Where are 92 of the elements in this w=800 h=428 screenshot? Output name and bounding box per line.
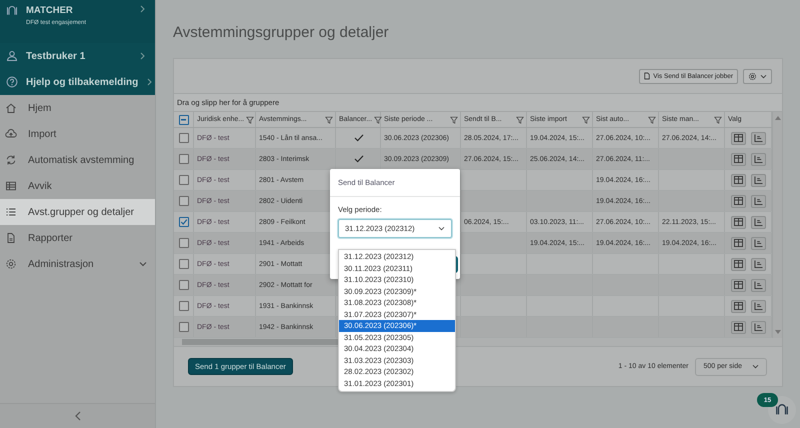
logo-icon <box>775 403 789 417</box>
chart-icon <box>754 302 762 310</box>
row-checkbox[interactable] <box>178 154 188 164</box>
details-button[interactable] <box>730 174 746 186</box>
chevron-right-icon <box>139 5 147 13</box>
chart-button[interactable] <box>750 152 766 166</box>
row-checkbox[interactable] <box>178 196 188 206</box>
table-icon <box>734 134 742 142</box>
details-button[interactable] <box>730 300 746 312</box>
help-icon <box>6 76 18 88</box>
row-checkbox[interactable] <box>178 175 188 185</box>
chevron-down-icon <box>760 74 767 78</box>
details-button[interactable] <box>730 320 746 334</box>
table-icon <box>734 302 742 310</box>
table-icon <box>734 323 742 331</box>
table-icon <box>734 176 742 184</box>
chart-button[interactable] <box>750 236 766 250</box>
settings-icon <box>748 72 757 80</box>
chart-icon <box>754 197 762 205</box>
chevron-down-icon <box>139 260 147 268</box>
nav-item[interactable]: Hjem <box>0 95 155 121</box>
chevron-down-icon <box>752 364 759 369</box>
nav-item[interactable]: Import <box>0 121 155 147</box>
row-checkbox[interactable] <box>178 217 188 227</box>
chevron-left-icon <box>74 411 80 421</box>
chevron-right-icon <box>139 52 147 60</box>
filter-icon[interactable] <box>714 116 722 124</box>
chart-button[interactable] <box>750 216 766 228</box>
nav-item[interactable]: Administrasjon <box>0 251 155 277</box>
account-menu-item[interactable]: Hjelp og tilbakemelding <box>0 69 155 95</box>
app-title: MATCHER <box>26 5 74 16</box>
row-checkbox[interactable] <box>178 280 188 290</box>
list-icon <box>5 206 17 218</box>
chart-button[interactable] <box>750 300 766 312</box>
nav-item[interactable]: Automatisk avstemming <box>0 147 155 173</box>
row-checkbox[interactable] <box>178 238 188 248</box>
filter-icon[interactable] <box>648 116 656 124</box>
filter-icon[interactable] <box>450 116 458 124</box>
details-button[interactable] <box>730 152 746 166</box>
nav-item[interactable]: Avst.grupper og detaljer <box>0 199 155 225</box>
table-icon <box>734 155 742 163</box>
select-all-checkbox[interactable] <box>178 114 188 124</box>
details-button[interactable] <box>730 278 746 292</box>
nav-item[interactable]: Avvik <box>0 173 155 199</box>
chart-icon <box>754 218 762 226</box>
settings-icon <box>5 258 17 270</box>
account-menu-item[interactable]: Testbruker 1 <box>0 43 155 69</box>
filter-icon[interactable] <box>374 116 382 124</box>
chart-button[interactable] <box>750 320 766 334</box>
chevron-right-icon <box>146 78 154 86</box>
row-checkbox[interactable] <box>178 259 188 269</box>
chart-icon <box>754 260 762 268</box>
chart-button[interactable] <box>750 278 766 292</box>
chart-icon <box>754 323 762 331</box>
details-button[interactable] <box>730 216 746 228</box>
nav-item[interactable]: Rapporter <box>0 225 155 251</box>
row-checkbox[interactable] <box>178 322 188 332</box>
table-icon <box>734 218 742 226</box>
chart-button[interactable] <box>750 174 766 186</box>
chart-icon <box>754 176 762 184</box>
logo-icon <box>6 5 18 17</box>
chart-button[interactable] <box>750 258 766 270</box>
table-icon <box>734 260 742 268</box>
details-button[interactable] <box>730 258 746 270</box>
details-button[interactable] <box>730 132 746 144</box>
row-checkbox[interactable] <box>178 301 188 311</box>
row-checkbox[interactable] <box>178 133 188 143</box>
filter-icon[interactable] <box>582 116 590 124</box>
sync-icon <box>5 154 17 166</box>
settings-dropdown-button[interactable] <box>743 68 772 84</box>
details-button[interactable] <box>730 236 746 250</box>
user-icon <box>6 50 18 62</box>
page-title: Avstemmingsgrupper og detaljer <box>173 24 390 42</box>
filter-icon[interactable] <box>325 116 333 124</box>
table-icon <box>734 239 742 247</box>
document-icon <box>5 232 17 244</box>
details-button[interactable] <box>730 194 746 208</box>
table-icon <box>5 180 17 192</box>
chart-icon <box>754 155 762 163</box>
filter-icon[interactable] <box>246 116 254 124</box>
filter-icon[interactable] <box>516 116 524 124</box>
table-icon <box>734 197 742 205</box>
chevron-down-icon <box>438 226 445 231</box>
home-icon <box>5 102 17 114</box>
table-icon <box>734 281 742 289</box>
chart-icon <box>754 134 762 142</box>
chart-icon <box>754 239 762 247</box>
cloud-upload-icon <box>5 128 17 140</box>
chart-button[interactable] <box>750 194 766 208</box>
chart-button[interactable] <box>750 132 766 144</box>
chart-icon <box>754 281 762 289</box>
document-icon <box>644 72 650 80</box>
